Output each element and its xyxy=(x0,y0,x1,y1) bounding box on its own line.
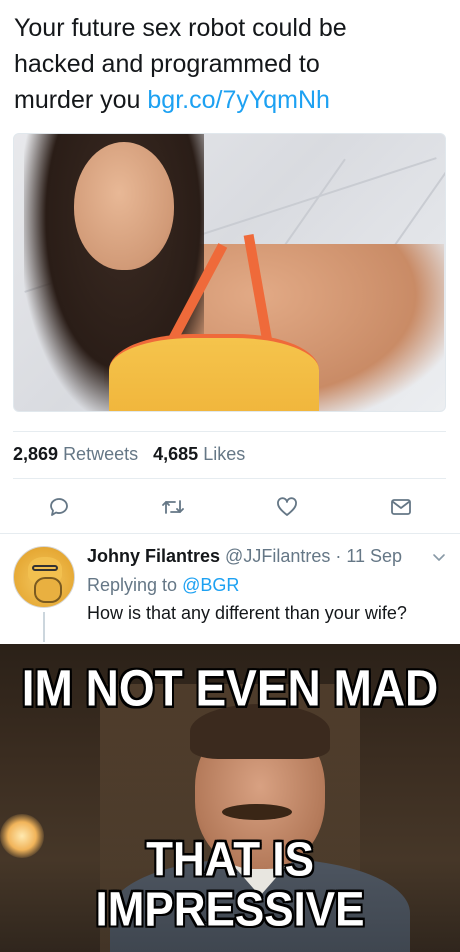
reply-icon[interactable] xyxy=(44,492,74,522)
reply-header: Johny Filantres @JJFilantres · 11 Sep xyxy=(87,546,402,567)
photo-figure-top xyxy=(109,334,319,411)
replying-to: Replying to @BGR xyxy=(87,575,239,596)
reply-author-handle[interactable]: @JJFilantres xyxy=(225,546,330,566)
reply-date[interactable]: 11 Sep xyxy=(346,546,402,566)
tweet-stats: 2,869 Retweets 4,685 Likes xyxy=(13,444,245,465)
retweets-label[interactable]: Retweets xyxy=(63,444,138,464)
replying-handle[interactable]: @BGR xyxy=(182,575,239,595)
stats-divider-top xyxy=(13,431,446,432)
retweet-icon[interactable] xyxy=(158,492,188,522)
tweet-actions xyxy=(0,492,460,522)
reply-separator xyxy=(0,533,460,534)
tweet-text-line-1: Your future sex robot could be xyxy=(14,14,347,42)
meme-mustache xyxy=(222,804,292,820)
likes-label[interactable]: Likes xyxy=(203,444,245,464)
retweets-count[interactable]: 2,869 xyxy=(13,444,58,464)
meme-bottom-text-line-1: THAT IS xyxy=(146,832,314,887)
tweet-photo[interactable] xyxy=(13,133,446,412)
chevron-down-icon[interactable] xyxy=(430,548,448,566)
tweet-link[interactable]: bgr.co/7yYqmNh xyxy=(147,86,330,114)
replying-prefix: Replying to xyxy=(87,575,183,595)
photo-figure-face xyxy=(74,142,174,270)
likes-count[interactable]: 4,685 xyxy=(153,444,198,464)
avatar-glasses xyxy=(32,565,58,571)
meme-top-text: IM NOT EVEN MAD xyxy=(21,659,439,717)
tweet-text-line-3: murder you xyxy=(14,86,148,114)
reply-text: How is that any different than your wife… xyxy=(87,603,407,623)
avatar-fist xyxy=(34,577,62,603)
stats-divider-bottom xyxy=(13,478,446,479)
thread-line xyxy=(43,612,45,642)
meme-image[interactable]: IM NOT EVEN MAD THAT IS IMPRESSIVE xyxy=(0,644,460,952)
tweet-text-line-2: hacked and programmed to xyxy=(14,50,320,78)
tweet-text: Your future sex robot could be hacked an… xyxy=(14,10,434,118)
avatar[interactable] xyxy=(13,546,75,608)
meme-bottom-text-line-2: IMPRESSIVE xyxy=(95,882,365,937)
envelope-icon[interactable] xyxy=(386,492,416,522)
reply-meta-separator: · xyxy=(330,546,347,566)
reply-author-name[interactable]: Johny Filantres xyxy=(87,546,220,566)
heart-icon[interactable] xyxy=(272,492,302,522)
